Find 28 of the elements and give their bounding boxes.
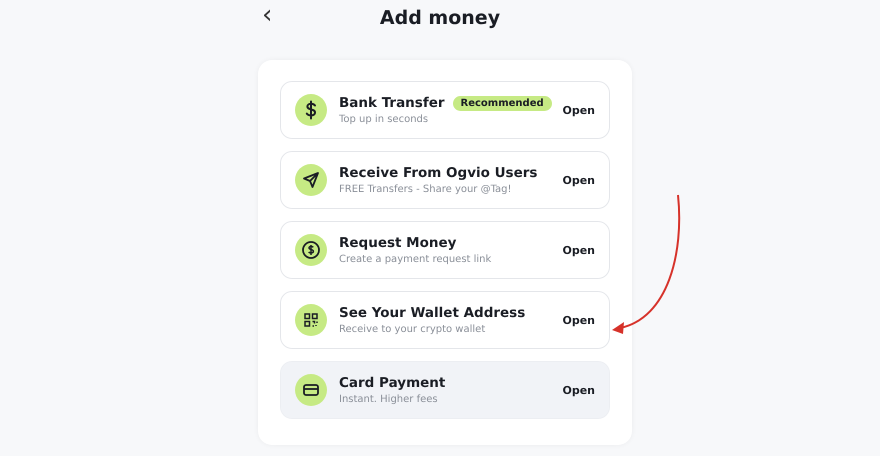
option-title: See Your Wallet Address bbox=[339, 305, 526, 321]
option-subtitle: FREE Transfers - Share your @Tag! bbox=[339, 184, 513, 195]
open-link[interactable]: Open bbox=[562, 244, 595, 256]
option-title: Receive From Ogvio Users bbox=[339, 165, 538, 181]
credit-card-icon bbox=[295, 374, 327, 406]
qr-code-icon bbox=[295, 304, 327, 336]
recommended-badge: Recommended bbox=[452, 96, 552, 110]
option-row[interactable]: Bank Transfer Recommended Top up in seconds Open bbox=[280, 81, 610, 139]
option-row[interactable]: Request Money Create a payment request link Open bbox=[280, 221, 610, 279]
option-subtitle: Receive to your crypto wallet bbox=[339, 324, 486, 335]
open-link[interactable]: Open bbox=[562, 104, 595, 116]
page-title: Add money bbox=[380, 7, 500, 29]
open-link[interactable]: Open bbox=[562, 174, 595, 186]
option-row[interactable]: See Your Wallet Address Receive to your crypto wallet Open bbox=[280, 291, 610, 349]
open-link[interactable]: Open bbox=[562, 314, 595, 326]
option-title: Request Money bbox=[339, 235, 456, 251]
dollar-coin-icon bbox=[295, 234, 327, 266]
dollar-icon bbox=[295, 94, 327, 126]
open-link[interactable]: Open bbox=[562, 384, 595, 396]
option-subtitle: Instant. Higher fees bbox=[339, 394, 439, 405]
option-subtitle: Create a payment request link bbox=[339, 254, 492, 265]
option-row[interactable]: Card Payment Instant. Higher fees Open bbox=[280, 361, 610, 419]
option-title: Card Payment bbox=[339, 375, 446, 391]
option-title: Bank Transfer bbox=[339, 95, 445, 111]
back-button[interactable]: ‹ bbox=[258, 0, 276, 30]
paper-plane-icon bbox=[295, 164, 327, 196]
option-row[interactable]: Receive From Ogvio Users FREE Transfers - Share your @Tag! Open bbox=[280, 151, 610, 209]
option-subtitle: Top up in seconds bbox=[339, 114, 430, 125]
